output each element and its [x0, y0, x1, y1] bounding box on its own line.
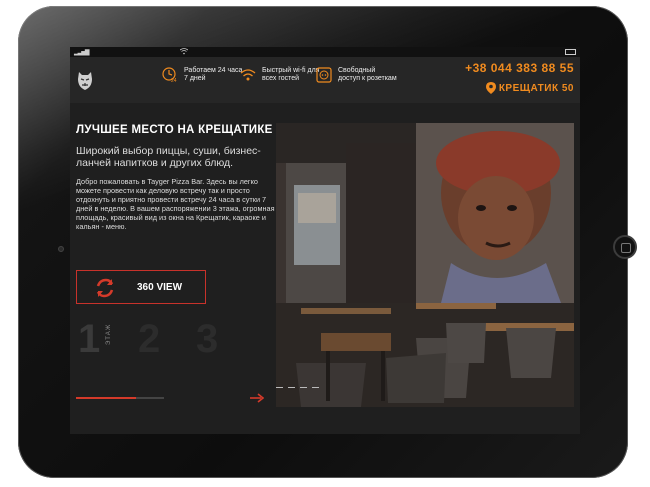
phone-link[interactable]: +38 044 383 88 55: [465, 61, 574, 75]
battery-icon: [565, 49, 576, 55]
page-subtitle: Широкий выбор пиццы, суши, бизнес-ланчей…: [76, 145, 261, 169]
feature-text: Свободный доступ к розеткам: [338, 67, 397, 82]
slider-progress: [76, 397, 164, 399]
arrow-right-icon[interactable]: [250, 393, 264, 403]
floor-label: ЭТАЖ: [106, 323, 112, 345]
photo-pagination: [276, 387, 336, 391]
floor-selector: 1 ЭТАЖ 2 3: [78, 317, 278, 372]
screen: ▂▃▅▇ 24 Работаем 24 часа 7 дней Быстрый …: [70, 47, 580, 434]
pagination-dot[interactable]: [276, 387, 283, 388]
tiger-logo-icon[interactable]: [76, 70, 94, 92]
socket-icon: [316, 67, 332, 83]
signal-icon: ▂▃▅▇: [74, 50, 90, 56]
svg-text:24: 24: [171, 78, 177, 83]
feature-text: Работаем 24 часа 7 дней: [184, 67, 243, 82]
wifi-icon: [179, 48, 189, 57]
wifi-icon: [240, 69, 256, 81]
camera: [58, 246, 64, 252]
location-pin-icon: [486, 82, 496, 94]
pagination-dot[interactable]: [288, 387, 295, 388]
clock-24-icon: 24: [162, 67, 177, 83]
status-bar: ▂▃▅▇: [70, 47, 580, 57]
pagination-dot[interactable]: [312, 387, 319, 388]
page-title: ЛУЧШЕЕ МЕСТО НА КРЕЩАТИКЕ: [76, 124, 273, 136]
intro-section: ЛУЧШЕЕ МЕСТО НА КРЕЩАТИКЕ Широкий выбор …: [76, 123, 276, 231]
restaurant-photo: [276, 123, 574, 407]
rotate-icon: [96, 278, 114, 298]
view-360-label: 360 VIEW: [137, 282, 183, 293]
address-link[interactable]: КРЕЩАТИК 50: [499, 83, 574, 94]
floor-2[interactable]: 2: [138, 317, 160, 362]
floor-3[interactable]: 3: [196, 317, 218, 362]
home-button[interactable]: [613, 235, 637, 259]
site-header: 24 Работаем 24 часа 7 дней Быстрый wi-fi…: [70, 57, 580, 103]
view-360-button[interactable]: 360 VIEW: [76, 270, 206, 304]
feature-text: Быстрый wi-fi для всех гостей: [262, 67, 320, 82]
floor-1[interactable]: 1: [78, 317, 100, 362]
pagination-dot[interactable]: [300, 387, 307, 388]
intro-text: Добро пожаловать в Tayger Pizza Bar. Зде…: [76, 177, 275, 231]
